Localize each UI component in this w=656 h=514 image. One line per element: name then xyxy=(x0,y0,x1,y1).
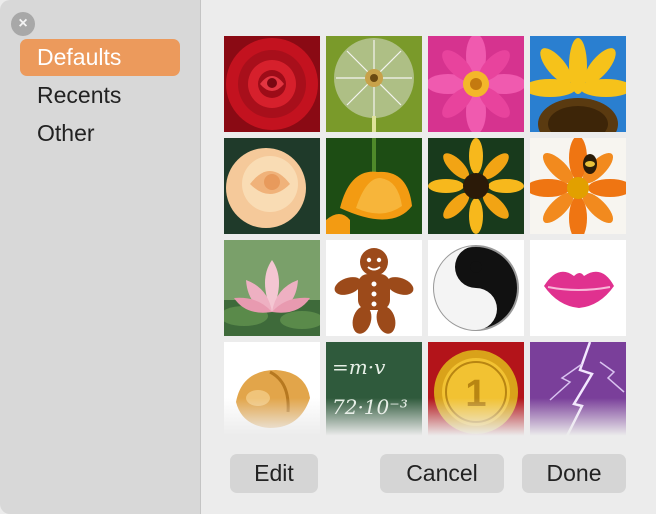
sidebar-item-other[interactable]: Other xyxy=(20,115,180,152)
done-button[interactable]: Done xyxy=(522,454,626,493)
cancel-button[interactable]: Cancel xyxy=(380,454,504,493)
chalkboard-formula-2: 72·10⁻³ xyxy=(332,395,408,419)
close-icon[interactable]: × xyxy=(11,12,35,36)
image-orange-poppy[interactable] xyxy=(326,138,422,234)
medal-number: 1 xyxy=(465,373,486,415)
image-sunflower[interactable] xyxy=(530,36,626,132)
image-red-rose[interactable] xyxy=(224,36,320,132)
chalkboard-formula-1: =m·v xyxy=(332,355,386,379)
picture-picker-window: × Defaults Recents Other =m·v 72·10⁻³ 1 … xyxy=(0,0,656,514)
image-dandelion[interactable] xyxy=(326,36,422,132)
image-lips[interactable] xyxy=(530,240,626,336)
image-gingerbread-man[interactable] xyxy=(326,240,422,336)
edit-button[interactable]: Edit xyxy=(230,454,318,493)
image-chalkboard[interactable]: =m·v 72·10⁻³ xyxy=(326,342,422,438)
image-black-eyed-susan[interactable] xyxy=(428,138,524,234)
image-lightning[interactable] xyxy=(530,342,626,438)
sidebar-item-recents[interactable]: Recents xyxy=(20,77,180,114)
sidebar-item-defaults[interactable]: Defaults xyxy=(20,39,180,76)
image-lotus[interactable] xyxy=(224,240,320,336)
image-pink-dahlia[interactable] xyxy=(428,36,524,132)
image-peach-rose[interactable] xyxy=(224,138,320,234)
image-yin-yang[interactable] xyxy=(428,240,524,336)
image-grid: =m·v 72·10⁻³ 1 xyxy=(224,36,626,438)
sidebar-list: Defaults Recents Other xyxy=(20,39,180,153)
image-orange-gerbera-with-bee[interactable] xyxy=(530,138,626,234)
image-gold-medal[interactable]: 1 xyxy=(428,342,524,438)
sidebar: × Defaults Recents Other xyxy=(0,0,201,514)
image-fortune-cookie[interactable] xyxy=(224,342,320,438)
